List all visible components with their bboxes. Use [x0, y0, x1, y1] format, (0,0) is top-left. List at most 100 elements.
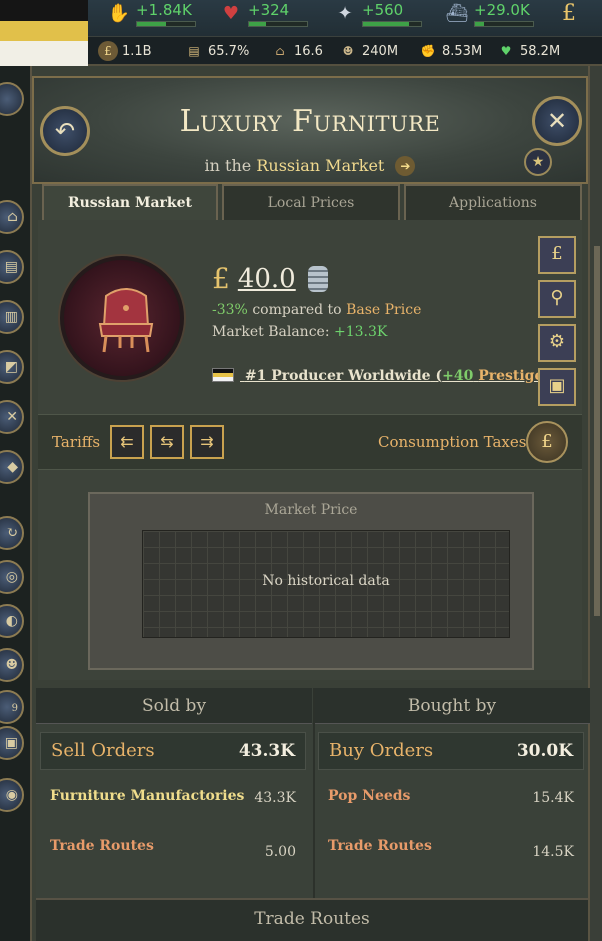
- stat-value: 65.7%: [208, 43, 250, 59]
- resource-item[interactable]: ✋ +1.84K: [106, 0, 196, 32]
- stat-item[interactable]: ☻ 240M: [338, 40, 398, 62]
- alerts-button[interactable]: 9: [0, 690, 24, 724]
- government-button[interactable]: ⌂: [0, 200, 24, 234]
- heart-icon: ♥: [222, 3, 240, 24]
- list-item[interactable]: Trade Routes 14.5K: [318, 828, 584, 874]
- compared-text: compared to: [252, 302, 342, 318]
- goods-panel: ↶ Luxury Furniture in the Russian Market…: [30, 66, 590, 941]
- list-item[interactable]: Trade Routes 5.00: [40, 828, 306, 874]
- budget-button[interactable]: ▤: [0, 250, 24, 284]
- magnifier-icon: ⚲: [550, 287, 564, 308]
- tab-local-prices[interactable]: Local Prices: [222, 184, 400, 220]
- list-item[interactable]: Furniture Manufactories 43.3K: [40, 778, 306, 824]
- market-balance: Market Balance: +13.3K: [212, 324, 387, 340]
- resource-row: ✋ +1.84K ♥ +324 ✦ +560 ⛴ +29.0K £: [88, 0, 602, 34]
- country-flag[interactable]: [0, 0, 88, 66]
- resource-value: +324: [248, 1, 290, 19]
- consumption-tax-button[interactable]: £: [526, 421, 568, 463]
- go-to-market-icon[interactable]: ➔: [395, 156, 416, 176]
- sell-orders-row[interactable]: Sell Orders 43.3K: [40, 732, 306, 770]
- goods-icon: [60, 256, 184, 380]
- settings-button[interactable]: ◉: [0, 778, 24, 812]
- heart-green-icon: ♥: [500, 44, 512, 58]
- list-item[interactable]: Pop Needs 15.4K: [318, 778, 584, 824]
- map-button[interactable]: ◐: [0, 604, 24, 638]
- pound-icon: £: [551, 243, 563, 264]
- resource-item[interactable]: ✦ +560: [332, 0, 422, 32]
- stat-value: 16.6: [294, 43, 323, 59]
- orders-section: Sold by Bought by Sell Orders 43.3K Buy …: [36, 688, 590, 898]
- close-icon: ✕: [546, 107, 568, 135]
- notification-button[interactable]: ☻: [0, 648, 24, 682]
- import-tariff-button[interactable]: ⇇: [110, 425, 144, 459]
- trade-routes-header[interactable]: Trade Routes: [36, 898, 588, 941]
- price-details-button[interactable]: £: [538, 236, 576, 274]
- seller-value: 43.3K: [254, 790, 296, 806]
- buy-orders-label: Buy Orders: [329, 740, 434, 761]
- production-button[interactable]: ⚙: [538, 324, 576, 362]
- alerts-badge: 9: [11, 703, 18, 714]
- tab-applications[interactable]: Applications: [404, 184, 582, 220]
- russia-flag-icon: [212, 368, 234, 382]
- diplomacy-button[interactable]: ◆: [0, 450, 24, 484]
- base-price-link[interactable]: Base Price: [346, 302, 421, 318]
- market-link[interactable]: Russian Market: [256, 156, 384, 175]
- journal-button[interactable]: ◎: [0, 560, 24, 594]
- resource-value: +29.0K: [474, 1, 530, 19]
- coin-bag-icon: ✋: [107, 3, 131, 24]
- star-icon: ★: [531, 154, 545, 170]
- resource-value: +560: [362, 1, 404, 19]
- no-tariff-button[interactable]: ⇆: [150, 425, 184, 459]
- military-button[interactable]: ✕: [0, 400, 24, 434]
- panel-header: ↶ Luxury Furniture in the Russian Market…: [32, 76, 588, 184]
- resource-bar: [248, 21, 308, 27]
- no-data-message: No historical data: [262, 573, 390, 589]
- stat-item[interactable]: £ 1.1B: [98, 40, 152, 62]
- favorite-button[interactable]: ★: [524, 148, 552, 176]
- price-value: 40.0: [237, 263, 296, 294]
- price-comparison: -33% compared to Base Price: [212, 302, 421, 318]
- stat-item[interactable]: ♥ 58.2M: [496, 40, 561, 62]
- seller-name: Trade Routes: [50, 838, 154, 854]
- market-price[interactable]: £ 40.0: [212, 262, 328, 295]
- currency-symbol: £: [212, 262, 230, 295]
- pound-icon: £: [98, 41, 118, 61]
- fist-icon: ✊: [420, 44, 436, 58]
- stats-row: £ 1.1B ▤ 65.7% ⌂ 16.6 ☻ 240M ✊ 8.53M ♥ 5…: [88, 36, 602, 64]
- tab-russian-market[interactable]: Russian Market: [42, 184, 218, 222]
- producer-text: #1 Producer Worldwide: [244, 368, 431, 384]
- outliner-button[interactable]: ↻: [0, 516, 24, 550]
- resource-item[interactable]: ⛴ +29.0K: [444, 0, 534, 32]
- stat-item[interactable]: ⌂ 16.6: [270, 40, 323, 62]
- tax-bag-icon: £: [541, 431, 553, 452]
- close-button[interactable]: ✕: [532, 96, 582, 146]
- luxury-furniture-icon: [98, 288, 154, 353]
- balance-value: +13.3K: [334, 324, 388, 340]
- resource-item[interactable]: ♥ +324: [218, 0, 308, 32]
- buyer-value: 15.4K: [532, 790, 574, 806]
- search-button[interactable]: ⚲: [538, 280, 576, 318]
- sell-orders-value: 43.3K: [238, 741, 295, 761]
- buildings-button[interactable]: ▥: [0, 300, 24, 334]
- ledger-button[interactable]: ▣: [0, 726, 24, 760]
- export-tariff-button[interactable]: ⇉: [190, 425, 224, 459]
- scrollbar[interactable]: [594, 246, 600, 616]
- resource-bar: [362, 21, 422, 27]
- stat-item[interactable]: ▤ 65.7%: [184, 40, 249, 62]
- prestige-label: Prestige: [478, 368, 544, 384]
- buy-orders-row[interactable]: Buy Orders 30.0K: [318, 732, 584, 770]
- top-producer-link[interactable]: #1 Producer Worldwide (+40 Prestige): [212, 368, 550, 384]
- stat-value: 8.53M: [442, 43, 483, 59]
- goods-button[interactable]: ▣: [538, 368, 576, 406]
- menu-button[interactable]: [0, 82, 24, 116]
- prestige-value: +40: [442, 368, 474, 384]
- stat-item[interactable]: ✊ 8.53M: [418, 40, 483, 62]
- treasury-button[interactable]: £: [556, 0, 582, 32]
- subtitle-prefix: in the: [204, 156, 252, 175]
- buyer-value: 14.5K: [532, 844, 574, 860]
- ship-icon: ⛴: [445, 3, 469, 24]
- book-icon: ▤: [188, 44, 200, 58]
- page-title: Luxury Furniture: [179, 104, 441, 139]
- market-button[interactable]: ◩: [0, 350, 24, 384]
- chart-title: Market Price: [264, 502, 358, 518]
